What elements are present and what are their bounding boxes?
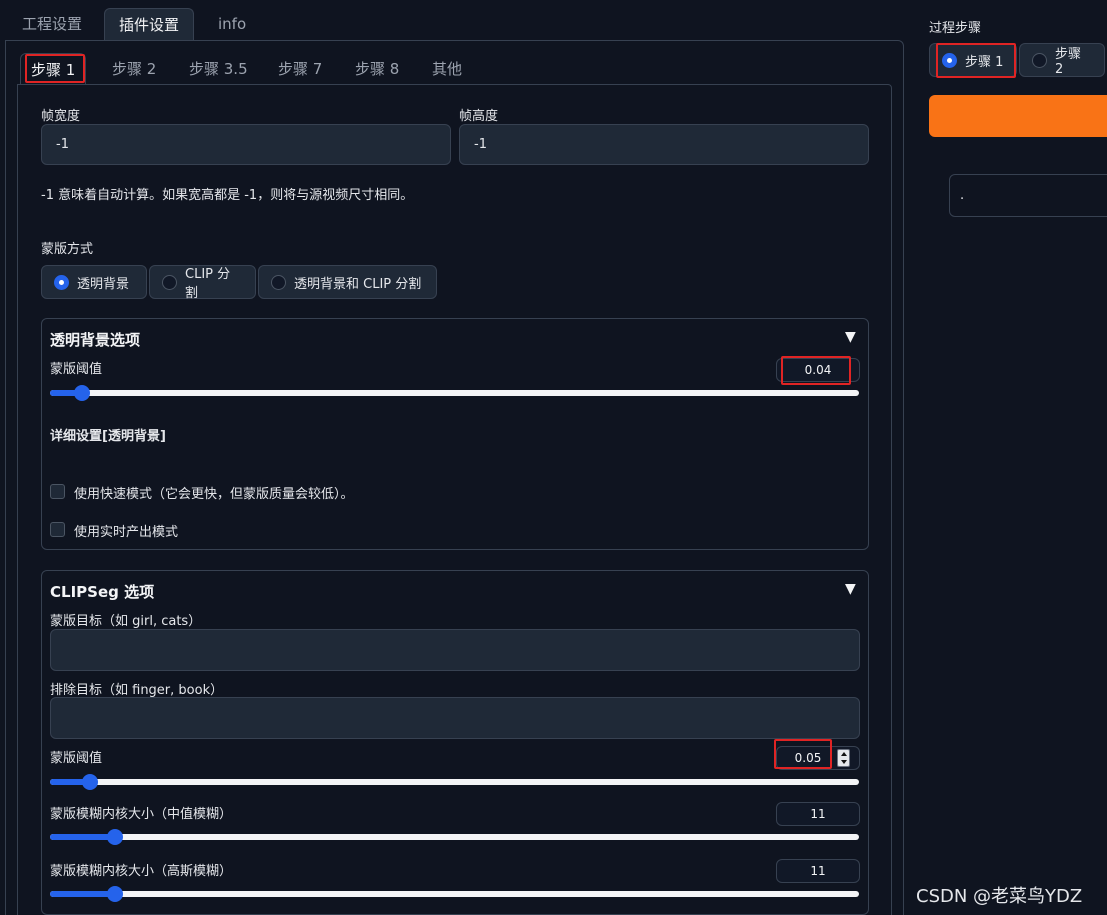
clipseg-threshold-label: 蒙版阈值 bbox=[50, 751, 103, 766]
frame-height-input[interactable]: -1 bbox=[459, 124, 869, 165]
slider-fill bbox=[50, 834, 115, 840]
radio-unchecked-icon bbox=[1032, 52, 1047, 68]
transparent-bg-title: 透明背景选项 bbox=[50, 331, 141, 349]
clipseg-exclude-input[interactable] bbox=[50, 697, 860, 739]
slider-fill bbox=[50, 891, 115, 897]
radio-label: 步骤 1 bbox=[965, 54, 1004, 70]
radio-transparent-bg[interactable]: 透明背景 bbox=[41, 265, 147, 299]
radio-checked-icon bbox=[54, 274, 69, 290]
clipseg-threshold-slider[interactable] bbox=[50, 774, 859, 790]
radio-label: 步骤 2 bbox=[1055, 47, 1082, 77]
watermark: CSDN @老菜鸟YDZ bbox=[916, 886, 1083, 907]
process-step-label: 过程步骤 bbox=[929, 21, 982, 36]
subtab-step-2[interactable]: 步骤 2 bbox=[102, 53, 166, 85]
radio-label: 透明背景 bbox=[77, 276, 130, 292]
subtab-step-3-5[interactable]: 步骤 3.5 bbox=[179, 53, 258, 85]
fast-mode-label: 使用快速模式（它会更快，但蒙版质量会较低）。 bbox=[74, 487, 354, 502]
subtab-step-1[interactable]: 步骤 1 bbox=[20, 53, 87, 85]
median-blur-label: 蒙版模糊内核大小（中值模糊） bbox=[50, 807, 233, 822]
radio-transparent-and-clip[interactable]: 透明背景和 CLIP 分割 bbox=[258, 265, 437, 299]
radio-checked-icon bbox=[942, 52, 957, 68]
gaussian-blur-input[interactable]: 11 bbox=[776, 859, 860, 883]
stepper-icon[interactable] bbox=[837, 749, 850, 767]
output-box: . bbox=[949, 174, 1107, 217]
gaussian-blur-label: 蒙版模糊内核大小（高斯模糊） bbox=[50, 864, 233, 879]
slider-thumb[interactable] bbox=[82, 774, 98, 790]
subtab-step-7[interactable]: 步骤 7 bbox=[268, 53, 332, 85]
run-button[interactable] bbox=[929, 95, 1107, 137]
tb-threshold-slider[interactable] bbox=[50, 385, 859, 401]
frame-width-label: 帧宽度 bbox=[41, 109, 81, 124]
radio-process-step-1[interactable]: 步骤 1 bbox=[929, 43, 1017, 77]
radio-label: CLIP 分割 bbox=[185, 267, 231, 301]
radio-clip-seg[interactable]: CLIP 分割 bbox=[149, 265, 256, 301]
slider-thumb[interactable] bbox=[74, 385, 90, 401]
collapse-triangle-icon[interactable]: ▼ bbox=[845, 581, 856, 597]
fast-mode-checkbox[interactable] bbox=[50, 484, 65, 499]
clipseg-exclude-label: 排除目标（如 finger, book） bbox=[50, 683, 224, 698]
realtime-mode-checkbox[interactable] bbox=[50, 522, 65, 537]
slider-thumb[interactable] bbox=[107, 886, 123, 902]
frame-height-label: 帧高度 bbox=[459, 109, 499, 124]
radio-unchecked-icon bbox=[162, 274, 177, 290]
realtime-mode-label: 使用实时产出模式 bbox=[74, 525, 179, 540]
tab-plugin-settings[interactable]: 插件设置 bbox=[104, 8, 195, 41]
gaussian-blur-slider[interactable] bbox=[50, 886, 859, 902]
subtab-other[interactable]: 其他 bbox=[422, 53, 472, 85]
median-blur-input[interactable]: 11 bbox=[776, 802, 860, 826]
tab-project-settings[interactable]: 工程设置 bbox=[8, 8, 96, 41]
tb-threshold-label: 蒙版阈值 bbox=[50, 362, 103, 377]
tb-threshold-input[interactable]: 0.04 bbox=[776, 358, 860, 382]
frame-size-hint: -1 意味着自动计算。如果宽高都是 -1，则将与源视频尺寸相同。 bbox=[41, 188, 414, 203]
radio-process-step-2[interactable]: 步骤 2 bbox=[1019, 43, 1105, 77]
subtab-step-8[interactable]: 步骤 8 bbox=[345, 53, 409, 85]
median-blur-slider[interactable] bbox=[50, 829, 859, 845]
mask-mode-label: 蒙版方式 bbox=[41, 242, 94, 257]
clipseg-title: CLIPSeg 选项 bbox=[50, 583, 155, 601]
slider-thumb[interactable] bbox=[107, 829, 123, 845]
clipseg-target-input[interactable] bbox=[50, 629, 860, 671]
clipseg-threshold-value: 0.05 bbox=[794, 751, 822, 765]
radio-label: 透明背景和 CLIP 分割 bbox=[294, 276, 422, 292]
tab-info[interactable]: info bbox=[204, 8, 260, 41]
frame-width-input[interactable]: -1 bbox=[41, 124, 451, 165]
clipseg-target-label: 蒙版目标（如 girl, cats） bbox=[50, 614, 202, 629]
collapse-triangle-icon[interactable]: ▼ bbox=[845, 329, 856, 345]
radio-unchecked-icon bbox=[271, 274, 286, 290]
tb-detail-title: 详细设置[透明背景] bbox=[50, 429, 166, 444]
